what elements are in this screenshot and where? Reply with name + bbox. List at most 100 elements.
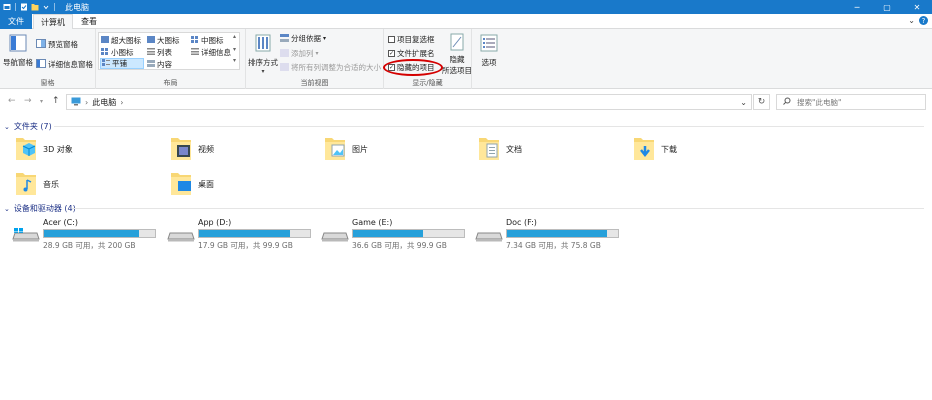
layout-tiles[interactable]: 平铺 bbox=[100, 58, 144, 69]
drives-section-header[interactable]: ⌄ 设备和驱动器 (4) bbox=[4, 203, 76, 214]
item-checkboxes-toggle[interactable]: 项目复选框 bbox=[388, 34, 435, 45]
search-input[interactable]: 搜索"此电脑" bbox=[776, 94, 926, 110]
quick-access-separator bbox=[15, 3, 16, 11]
expand-ribbon-icon[interactable]: ⌄ bbox=[908, 16, 915, 25]
sort-by-button[interactable]: 排序方式 ▾ bbox=[248, 34, 278, 75]
drive-usage-fill bbox=[44, 230, 139, 237]
layout-gallery: 超大图标 大图标 中图标 小图标 列表 详细信息 平铺 内容 bbox=[98, 32, 240, 70]
file-extensions-label: 文件扩展名 bbox=[397, 49, 435, 58]
address-box[interactable]: › 此电脑 › ⌄ bbox=[66, 94, 752, 110]
layout-extra-large-icons[interactable]: 超大图标 bbox=[101, 35, 141, 46]
layout-group: 超大图标 大图标 中图标 小图标 列表 详细信息 平铺 内容 ▴ ▾ ▾ 布局 bbox=[96, 29, 246, 89]
drive-name: App (D:) bbox=[198, 218, 232, 227]
help-icon[interactable]: ? bbox=[919, 16, 928, 25]
layout-list[interactable]: 列表 bbox=[147, 47, 172, 58]
properties-icon[interactable] bbox=[20, 3, 28, 11]
ribbon-tabs: 文件 计算机 查看 ⌄ ? bbox=[0, 14, 932, 30]
maximize-button[interactable]: ▢ bbox=[872, 0, 902, 14]
recent-locations-icon[interactable]: ▾ bbox=[40, 98, 43, 105]
fit-columns-label: 将所有列调整为合适的大小 bbox=[291, 63, 381, 72]
preview-pane-button[interactable]: 预览窗格 bbox=[36, 39, 78, 50]
drive-item[interactable]: Doc (F:) 7.34 GB 可用，共 75.8 GB bbox=[475, 218, 635, 250]
collapse-chevron-icon[interactable]: ⌄ bbox=[4, 205, 10, 213]
medium-icons-icon bbox=[191, 36, 199, 45]
folder-item[interactable]: 桌面 bbox=[170, 169, 214, 199]
music-folder-icon bbox=[15, 169, 37, 199]
details-pane-button[interactable]: 详细信息窗格 bbox=[36, 59, 93, 70]
layout-group-label: 布局 bbox=[163, 79, 178, 87]
layout-scroll-up-icon[interactable]: ▴ bbox=[233, 33, 236, 40]
folders-section-header[interactable]: ⌄ 文件夹 (7) bbox=[4, 121, 52, 132]
folder-item[interactable]: 视频 bbox=[170, 134, 214, 164]
new-folder-icon[interactable] bbox=[31, 3, 39, 11]
drive-usage-fill bbox=[199, 230, 291, 237]
item-checkboxes-label: 项目复选框 bbox=[397, 35, 435, 44]
drive-item[interactable]: Game (E:) 36.6 GB 可用，共 99.9 GB bbox=[321, 218, 481, 250]
drive-item[interactable]: Acer (C:) 28.9 GB 可用，共 200 GB bbox=[12, 218, 172, 250]
folder-item[interactable]: 3D 对象 bbox=[15, 134, 73, 164]
tab-view[interactable]: 查看 bbox=[74, 14, 104, 29]
folders-section-divider bbox=[54, 126, 924, 127]
folder-name: 文档 bbox=[506, 144, 522, 154]
collapse-chevron-icon[interactable]: ⌄ bbox=[4, 123, 10, 131]
sort-by-icon bbox=[254, 34, 272, 54]
documents-folder-icon bbox=[478, 134, 500, 164]
tiles-icon bbox=[102, 59, 110, 68]
drive-name: Acer (C:) bbox=[43, 218, 79, 227]
file-extensions-checkbox[interactable]: ✓ bbox=[388, 50, 395, 57]
hide-selected-button[interactable]: 隐藏 所选项目 bbox=[442, 33, 472, 76]
customize-quick-access-icon[interactable] bbox=[42, 3, 50, 11]
drive-usage-fill bbox=[353, 230, 423, 237]
layout-large-icons[interactable]: 大图标 bbox=[147, 35, 180, 46]
tab-computer[interactable]: 计算机 bbox=[33, 14, 73, 30]
fit-columns-icon bbox=[280, 62, 289, 73]
folder-item[interactable]: 下载 bbox=[633, 134, 677, 164]
extra-large-icons-icon bbox=[101, 36, 109, 45]
add-column-button[interactable]: 添加列 ▾ bbox=[280, 48, 319, 59]
folder-name: 3D 对象 bbox=[43, 144, 73, 154]
layout-content[interactable]: 内容 bbox=[147, 59, 172, 70]
navigation-pane-button[interactable]: 导航窗格 bbox=[2, 34, 34, 68]
navigation-pane-icon bbox=[9, 34, 27, 54]
minimize-button[interactable]: ─ bbox=[842, 0, 872, 14]
options-button[interactable]: 选项 bbox=[476, 34, 502, 68]
breadcrumb-separator-icon: › bbox=[85, 97, 89, 107]
item-checkboxes-checkbox[interactable] bbox=[388, 36, 395, 43]
file-extensions-toggle[interactable]: ✓ 文件扩展名 bbox=[388, 48, 435, 59]
breadcrumb-this-pc[interactable]: 此电脑 bbox=[92, 97, 116, 108]
tab-file[interactable]: 文件 bbox=[0, 14, 32, 29]
current-view-group: 排序方式 ▾ 分组依据 ▾ 添加列 ▾ 将所有列调整为合适的大小 当前视图 bbox=[246, 29, 384, 89]
drive-item[interactable]: App (D:) 17.9 GB 可用，共 99.9 GB bbox=[167, 218, 327, 250]
current-view-group-label: 当前视图 bbox=[300, 79, 329, 87]
hide-selected-label-2: 所选项目 bbox=[442, 66, 472, 75]
forward-arrow-icon[interactable]: → bbox=[24, 96, 32, 106]
folder-item[interactable]: 文档 bbox=[478, 134, 522, 164]
close-button[interactable]: ✕ bbox=[902, 0, 932, 14]
this-pc-icon bbox=[71, 97, 81, 108]
layout-details[interactable]: 详细信息 bbox=[191, 47, 231, 58]
folder-item[interactable]: 音乐 bbox=[15, 169, 59, 199]
up-arrow-icon[interactable]: ↑ bbox=[52, 96, 60, 106]
large-icons-icon bbox=[147, 36, 155, 45]
layout-medium-label: 中图标 bbox=[201, 36, 224, 45]
group-by-button[interactable]: 分组依据 ▾ bbox=[280, 33, 326, 44]
navigation-pane-label: 导航窗格 bbox=[3, 58, 33, 67]
fit-columns-button[interactable]: 将所有列调整为合适的大小 bbox=[280, 62, 381, 73]
options-group: 选项 bbox=[472, 29, 506, 89]
hidden-items-highlight-circle bbox=[383, 59, 443, 76]
folder-item[interactable]: 图片 bbox=[324, 134, 368, 164]
address-dropdown-icon[interactable]: ⌄ bbox=[740, 98, 747, 107]
back-arrow-icon[interactable]: ← bbox=[8, 96, 16, 106]
refresh-button[interactable]: ↻ bbox=[753, 94, 770, 110]
layout-small-icons[interactable]: 小图标 bbox=[101, 47, 134, 58]
layout-scroll-down-icon[interactable]: ▾ bbox=[233, 46, 236, 53]
breadcrumb-chevron-icon[interactable]: › bbox=[120, 98, 123, 107]
sort-by-label: 排序方式 bbox=[248, 58, 278, 67]
hard-drive-icon bbox=[475, 228, 503, 244]
details-icon bbox=[191, 48, 199, 57]
layout-expand-icon[interactable]: ▾ bbox=[233, 57, 236, 64]
layout-extra-large-label: 超大图标 bbox=[111, 36, 141, 45]
layout-medium-icons[interactable]: 中图标 bbox=[191, 35, 224, 46]
drive-name: Game (E:) bbox=[352, 218, 393, 227]
explorer-icon[interactable] bbox=[3, 3, 11, 11]
